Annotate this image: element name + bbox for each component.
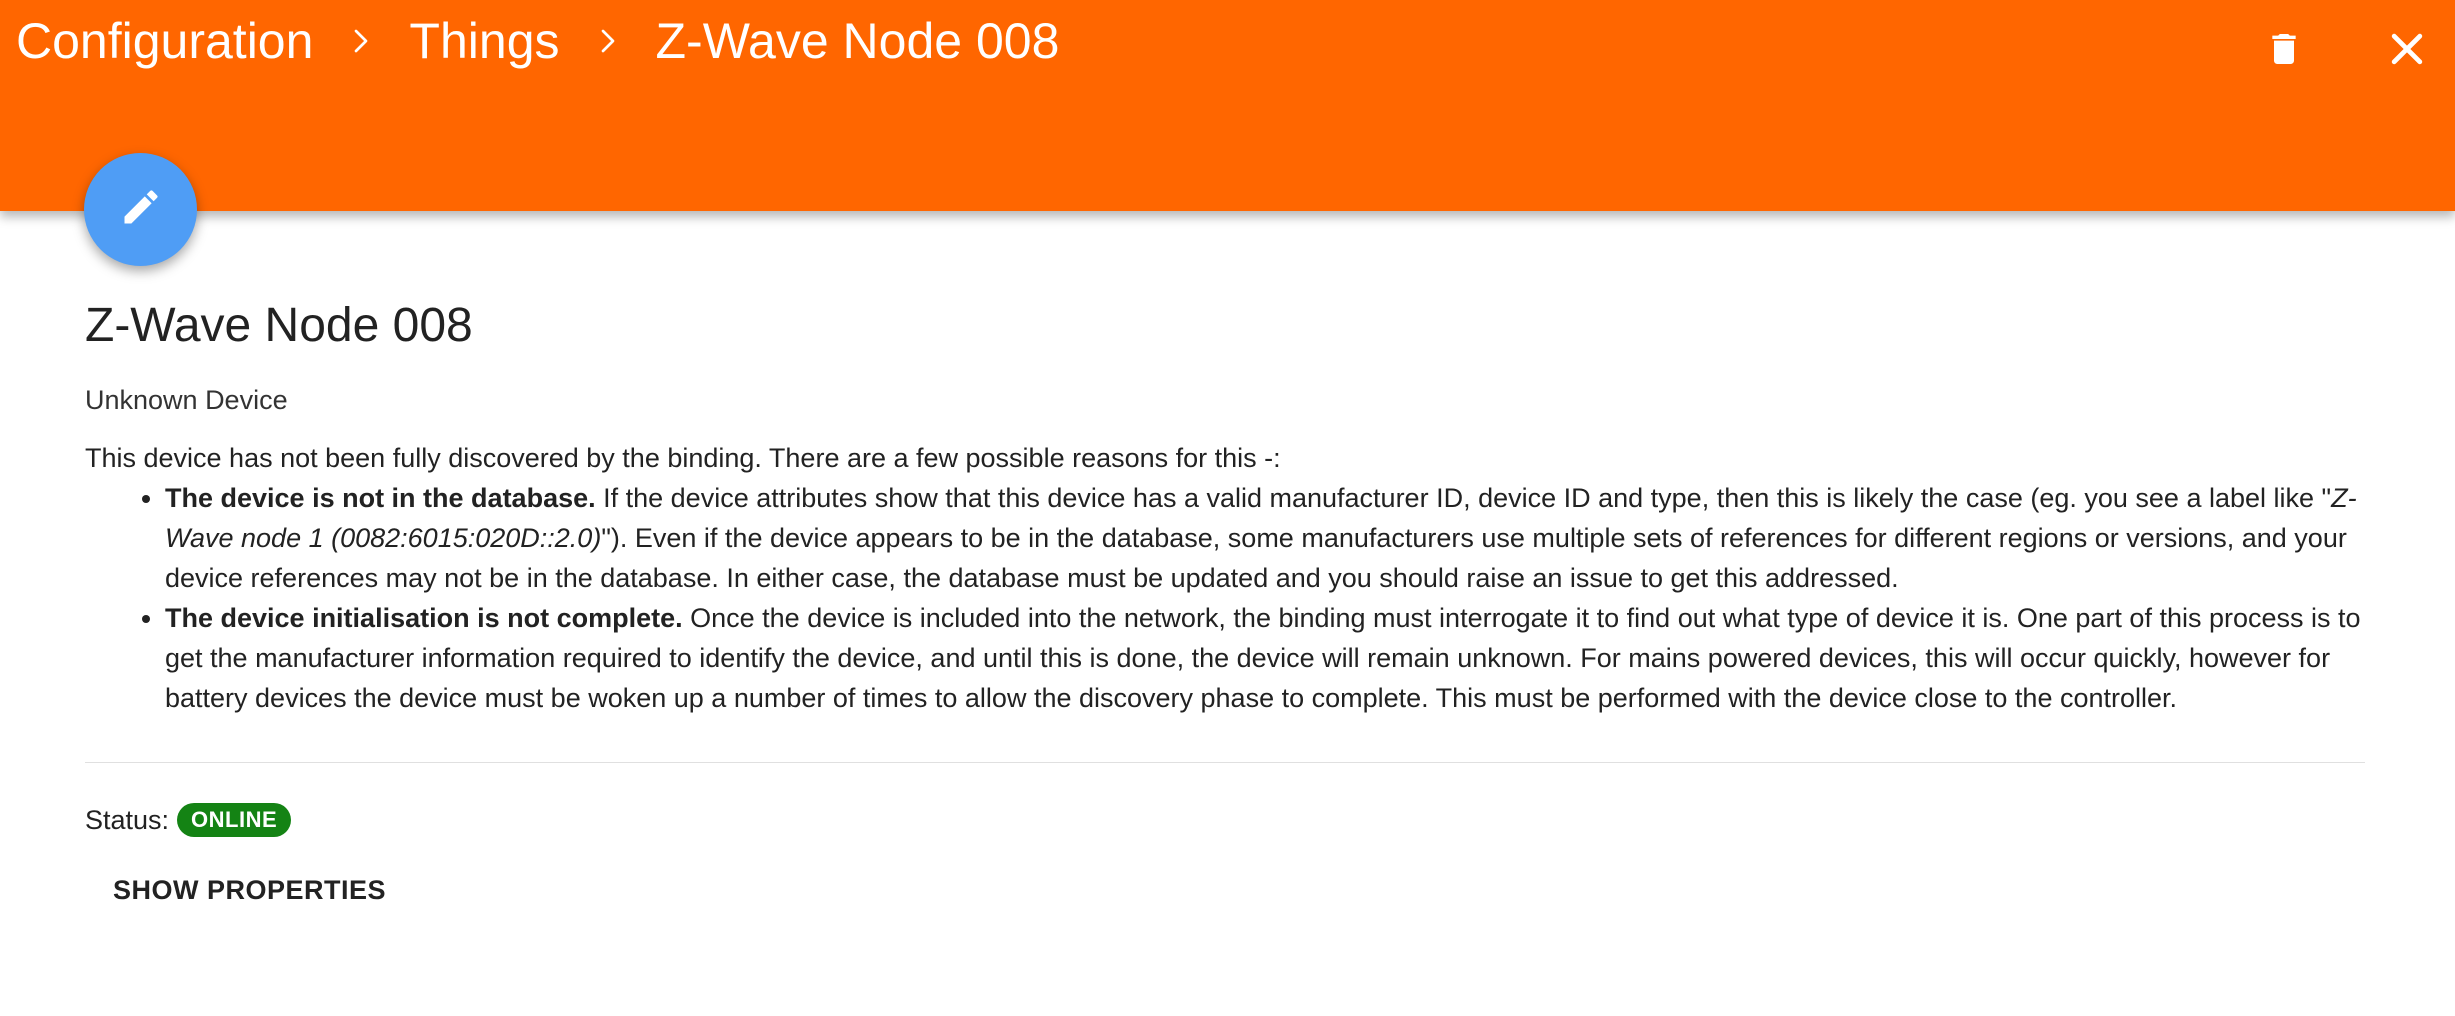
reason-init-incomplete: The device initialisation is not complet…: [165, 598, 2365, 718]
pencil-icon: [119, 185, 163, 234]
divider: [85, 762, 2365, 763]
edit-thing-button[interactable]: [84, 153, 197, 266]
status-row: Status: ONLINE: [85, 803, 2365, 837]
breadcrumb-configuration[interactable]: Configuration: [16, 12, 313, 70]
trash-icon: [2264, 29, 2304, 74]
thing-details: Z-Wave Node 008 Unknown Device This devi…: [85, 290, 2365, 906]
close-icon: [2385, 27, 2429, 76]
status-badge: ONLINE: [177, 803, 292, 837]
reason-heading: The device is not in the database.: [165, 483, 596, 513]
chevron-right-icon: [588, 21, 628, 61]
close-button[interactable]: [2376, 20, 2438, 82]
reason-not-in-database: The device is not in the database. If th…: [165, 478, 2365, 598]
description-intro: This device has not been fully discovere…: [85, 443, 1281, 473]
reason-heading: The device initialisation is not complet…: [165, 603, 683, 633]
breadcrumb-current: Z-Wave Node 008: [655, 13, 1060, 69]
thing-description: This device has not been fully discovere…: [85, 438, 2365, 718]
breadcrumb-things[interactable]: Things: [409, 12, 559, 70]
reason-text: If the device attributes show that this …: [595, 483, 2332, 513]
thing-subtitle: Unknown Device: [85, 385, 288, 415]
show-properties-button[interactable]: SHOW PROPERTIES: [113, 875, 386, 906]
delete-button[interactable]: [2253, 20, 2315, 82]
thing-title: Z-Wave Node 008: [85, 299, 473, 352]
status-label: Status:: [85, 804, 170, 835]
reasons-list: The device is not in the database. If th…: [85, 478, 2365, 718]
chevron-right-icon: [341, 21, 381, 61]
breadcrumb: Configuration Things Z-Wave Node 008: [16, 8, 1059, 74]
app-header: Configuration Things Z-Wave Node 008: [0, 0, 2455, 211]
